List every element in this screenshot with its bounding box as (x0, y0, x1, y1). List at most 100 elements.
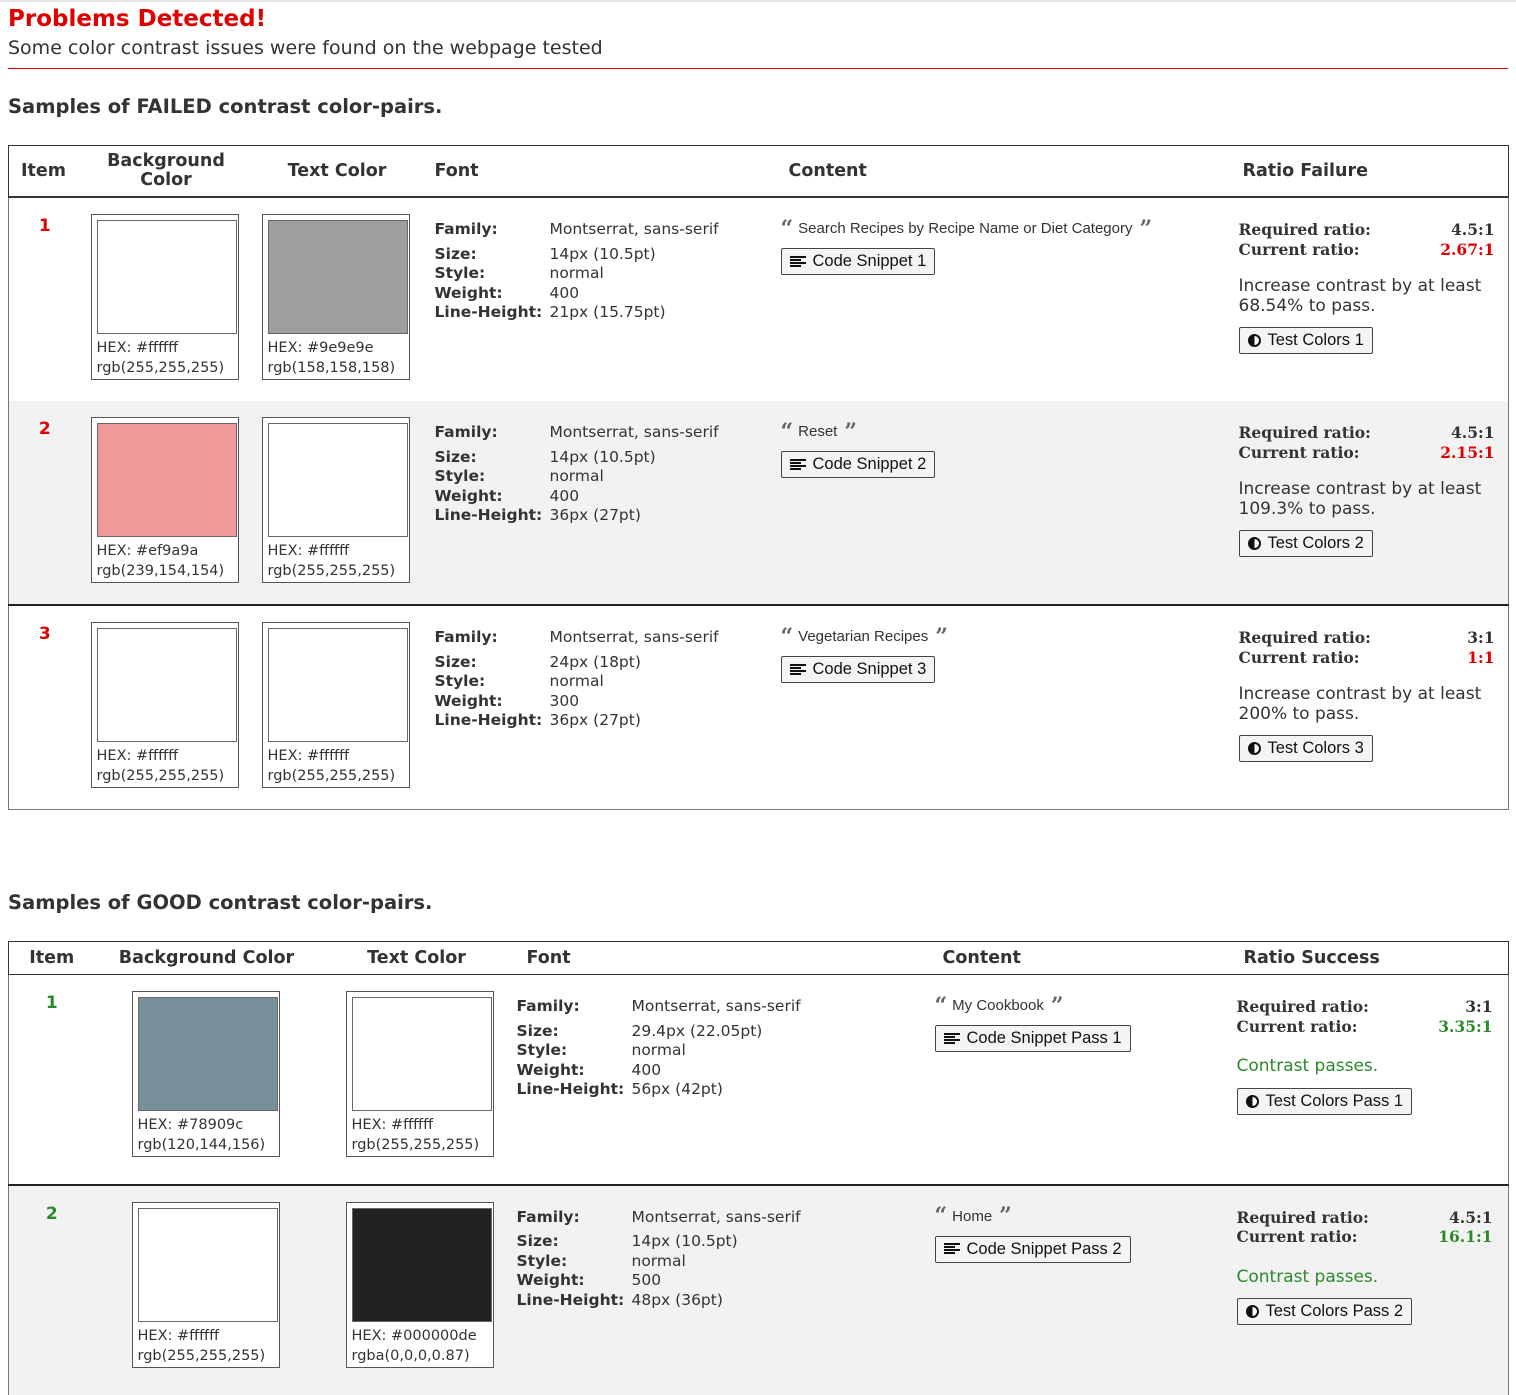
code-snippet-button[interactable]: Code Snippet Pass 1 (934, 1025, 1131, 1052)
font-style-value: normal (549, 672, 604, 690)
background-swatch-card: HEX: #78909c rgb(120,144,156) (131, 991, 280, 1157)
code-snippet-button[interactable]: Code Snippet 3 (780, 656, 936, 683)
font-cell: Family: Montserrat, sans-serif Size: 14px … (423, 197, 777, 401)
background-hex: HEX: #ffffff (137, 1327, 220, 1344)
background-rgb: rgb(255,255,255) (137, 1347, 266, 1364)
item-number: 1 (45, 993, 58, 1013)
code-snippet-label: Code Snippet 1 (812, 252, 927, 270)
ratio-message: Increase contrast by at least 68.54% to … (1238, 276, 1482, 316)
align-left-icon (943, 1032, 960, 1045)
background-rgb: rgb(255,255,255) (96, 360, 225, 376)
text-swatch-card: HEX: #ffffff rgb(255,255,255) (261, 417, 410, 583)
failed-section-heading: Samples of FAILED contrast color-pairs. (8, 95, 443, 118)
column-header-content: Content (930, 941, 1232, 975)
test-colors-button[interactable]: Test Colors Pass 2 (1236, 1298, 1413, 1325)
font-weight-value: 400 (631, 1060, 662, 1079)
font-style-value: normal (631, 1251, 686, 1270)
font-size-value: 14px (10.5pt) (549, 447, 656, 466)
column-header-item: Item (8, 941, 95, 975)
font-family-value: Montserrat, sans-serif (631, 997, 801, 1015)
required-ratio-value: 3:1 (1465, 997, 1493, 1016)
required-ratio-label: Required ratio: (1238, 628, 1371, 647)
content-quote: “ My Cookbook ” (934, 992, 1131, 1019)
test-colors-button[interactable]: Test Colors 2 (1238, 530, 1373, 557)
text-swatch-card: HEX: #000000de rgba(0,0,0,0.87) (345, 1201, 494, 1368)
quote-left-icon: “ (780, 418, 794, 445)
adjust-contrast-icon (1247, 537, 1261, 550)
test-colors-button[interactable]: Test Colors Pass 1 (1236, 1087, 1413, 1115)
content-cell: “ Home ” Code Snippet Pass 2 (930, 1183, 1232, 1395)
quote-left-icon: “ (934, 992, 948, 1019)
required-ratio-label: Required ratio: (1236, 1207, 1369, 1227)
content-quote: “ Search Recipes by Recipe Name or Diet … (781, 215, 1153, 242)
font-size-value: 14px (10.5pt) (549, 244, 656, 263)
required-ratio-value: 4.5:1 (1451, 423, 1495, 442)
content-quote: “ Reset ” (780, 418, 936, 445)
table-row: 2 HEX: #ef9a9a rgb(239,154,154) HEX: #ff… (8, 401, 1509, 605)
align-left-icon (789, 663, 806, 676)
size-label: Size: (516, 1232, 559, 1250)
weight-label: Weight: (434, 691, 503, 710)
font-family-value: Montserrat, sans-serif (549, 628, 719, 646)
current-ratio-label: Current ratio: (1238, 442, 1360, 462)
adjust-contrast-icon (1247, 334, 1261, 347)
font-family-value: Montserrat, sans-serif (631, 1207, 801, 1226)
column-header-font: Font (422, 145, 777, 198)
text-color-cell: HEX: #ffffff rgb(255,255,255) (251, 604, 423, 810)
background-color-swatch (137, 1207, 278, 1322)
text-color-cell: HEX: #ffffff rgb(255,255,255) (319, 975, 515, 1185)
item-number: 2 (45, 1203, 58, 1224)
code-snippet-button[interactable]: Code Snippet 1 (780, 248, 936, 275)
line-height-label: Line-Height: (516, 1080, 625, 1098)
test-colors-label: Test Colors Pass 1 (1265, 1091, 1404, 1110)
font-size-value: 24px (18pt) (549, 652, 641, 671)
background-color-cell: HEX: #ffffff rgb(255,255,255) (80, 604, 252, 810)
weight-label: Weight: (434, 283, 503, 302)
text-hex: HEX: #000000de (351, 1327, 477, 1344)
background-swatch-card: HEX: #ffffff rgb(255,255,255) (131, 1201, 280, 1368)
style-label: Style: (516, 1041, 568, 1059)
table-row: 2 HEX: #ffffff rgb(255,255,255) HEX: #00… (8, 1183, 1509, 1395)
test-colors-button[interactable]: Test Colors 3 (1238, 735, 1373, 762)
test-colors-button[interactable]: Test Colors 1 (1238, 327, 1373, 354)
required-ratio-label: Required ratio: (1238, 423, 1371, 442)
font-details: Family: Montserrat, sans-serif Size: 29.4p… (517, 997, 801, 1100)
line-height-value: 21px (15.75pt) (549, 303, 666, 321)
ratio-message: Increase contrast by at least 200% to pa… (1238, 684, 1482, 724)
good-section-heading: Samples of GOOD contrast color-pairs. (8, 891, 433, 914)
item-number: 2 (38, 419, 51, 439)
code-snippet-label: Code Snippet 2 (812, 455, 927, 473)
font-family-value: Montserrat, sans-serif (549, 220, 719, 238)
text-swatch-card: HEX: #9e9e9e rgb(158,158,158) (261, 214, 410, 380)
text-swatch-card: HEX: #ffffff rgb(255,255,255) (261, 622, 410, 788)
weight-label: Weight: (434, 486, 503, 505)
code-snippet-button[interactable]: Code Snippet Pass 2 (934, 1235, 1131, 1263)
content-quote: “ Home ” (935, 1205, 1131, 1227)
text-color-cell: HEX: #000000de rgba(0,0,0,0.87) (318, 1183, 515, 1395)
problems-title: Problems Detected! (8, 6, 267, 32)
background-color-swatch (96, 423, 237, 537)
ratio-cell: Required ratio: 4.5:1 Current ratio: 2.67:… (1230, 197, 1509, 401)
background-color-cell: HEX: #ffffff rgb(255,255,255) (81, 197, 252, 401)
ratio-message: Contrast passes. (1236, 1266, 1379, 1287)
content-cell: “ My Cookbook ” Code Snippet Pass 1 (931, 975, 1232, 1185)
font-style-value: normal (631, 1041, 686, 1059)
ratio-cell: Required ratio: 4.5:1 Current ratio: 16.1:… (1231, 1183, 1509, 1395)
font-details: Family: Montserrat, sans-serif Size: 14px … (517, 1208, 801, 1311)
text-color-swatch (267, 423, 408, 537)
background-hex: HEX: #78909c (137, 1117, 244, 1133)
item-cell: 3 (8, 604, 81, 810)
background-color-cell: HEX: #78909c rgb(120,144,156) (95, 975, 319, 1185)
size-label: Size: (434, 652, 477, 671)
code-snippet-button[interactable]: Code Snippet 2 (780, 451, 936, 478)
font-details: Family: Montserrat, sans-serif Size: 24px … (435, 628, 719, 731)
family-label: Family: (516, 997, 580, 1015)
family-label: Family: (434, 423, 498, 441)
font-weight-value: 400 (549, 486, 580, 505)
content-cell: “ Vegetarian Recipes ” Code Snippet 3 (776, 604, 1231, 810)
line-height-value: 36px (27pt) (549, 506, 641, 524)
line-height-label: Line-Height: (516, 1290, 625, 1309)
line-height-value: 48px (36pt) (631, 1290, 723, 1309)
quote-right-icon: ” (1139, 215, 1152, 242)
column-header-text-color: Text Color (251, 145, 423, 198)
